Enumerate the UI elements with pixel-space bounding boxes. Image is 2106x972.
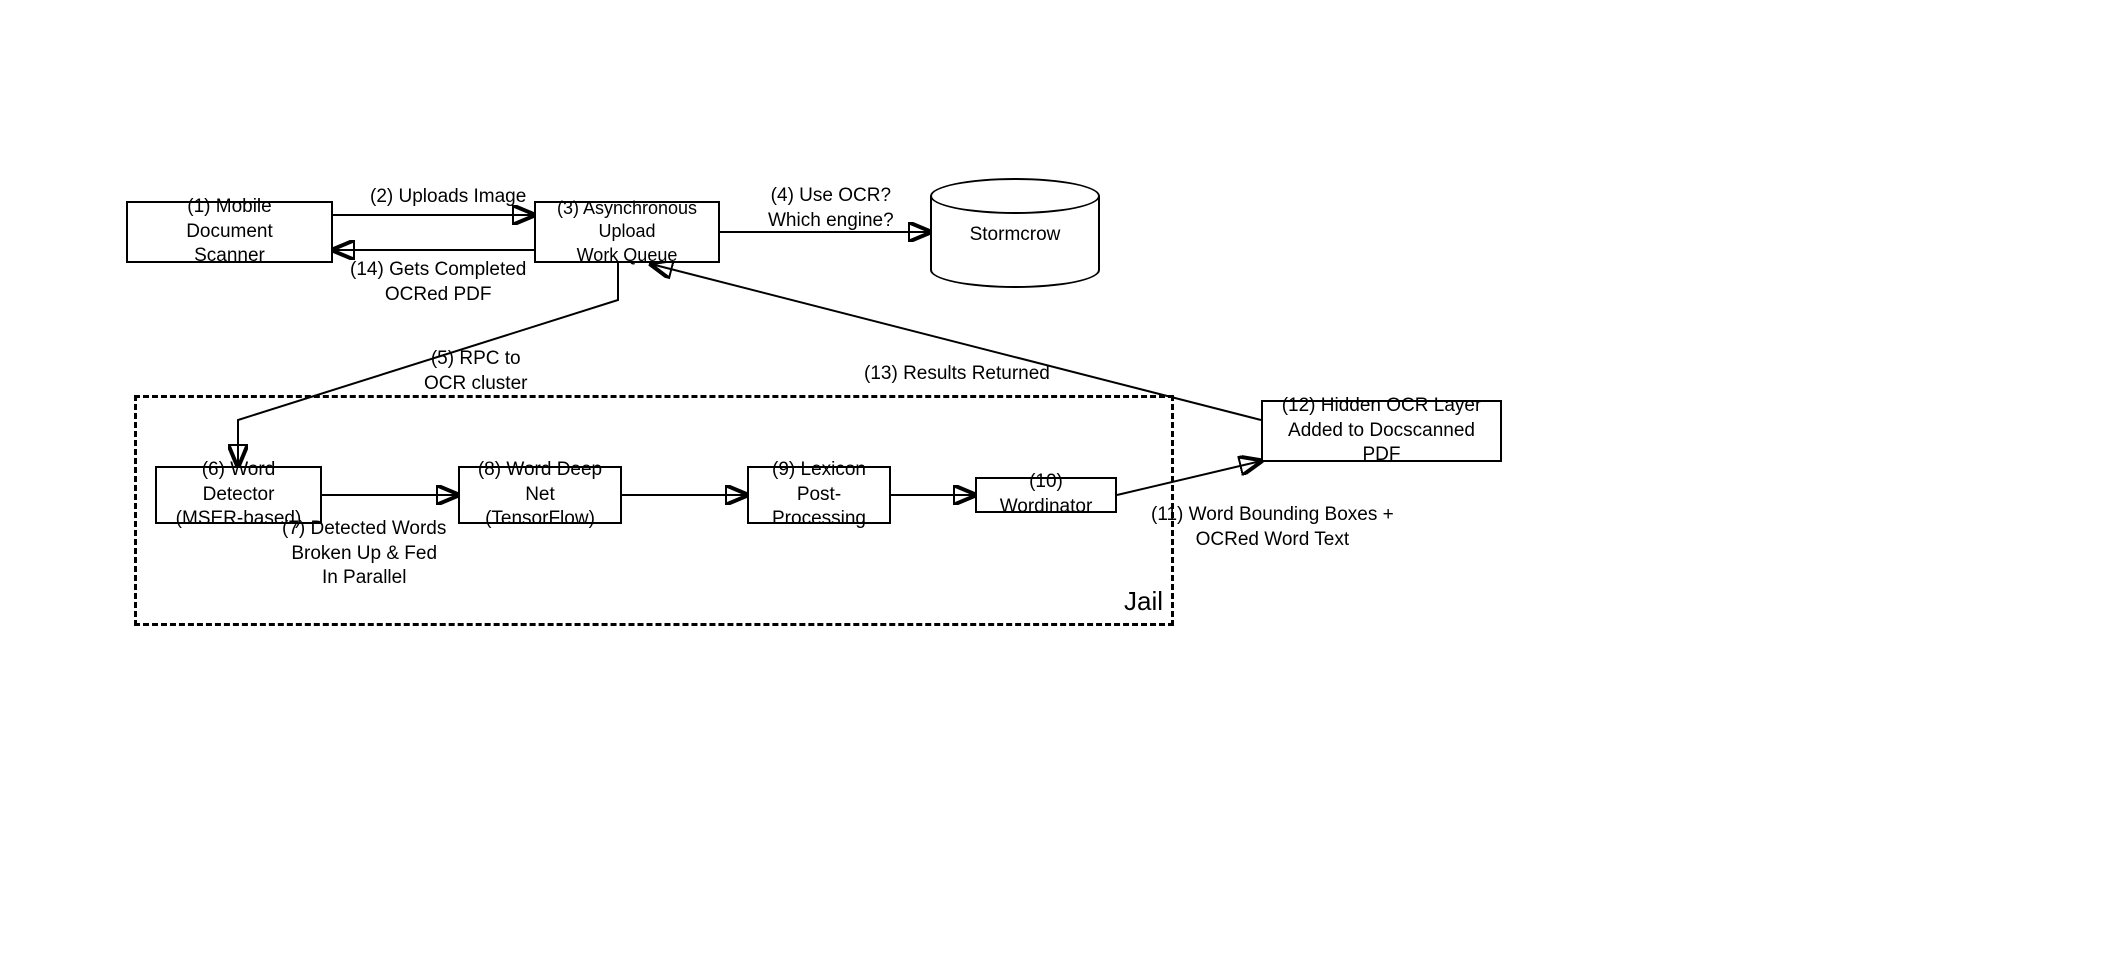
jail-label: Jail [1124,586,1163,617]
node-label: (9) LexiconPost-Processing [765,458,873,532]
edge-label-bounding-boxes: (11) Word Bounding Boxes +OCRed Word Tex… [1151,503,1394,552]
node-label: (10) Wordinator [993,470,1099,519]
edge-label-gets-pdf: (14) Gets CompletedOCRed PDF [350,258,526,307]
node-async-upload-queue: (3) Asynchronous UploadWork Queue [534,201,720,263]
cylinder-mask [932,252,1098,270]
node-lexicon: (9) LexiconPost-Processing [747,466,891,524]
cylinder-top [930,178,1100,214]
edge-label-use-ocr: (4) Use OCR?Which engine? [768,184,894,233]
edge-label-uploads-image: (2) Uploads Image [370,185,526,210]
node-label: (1) Mobile DocumentScanner [144,195,315,269]
edge-label-detected-words: (7) Detected WordsBroken Up & FedIn Para… [282,517,446,591]
node-word-detector: (6) Word Detector(MSER-based) [155,466,322,524]
edge-label-rpc: (5) RPC toOCR cluster [424,347,527,396]
node-label: Stormcrow [970,224,1061,246]
node-word-deep-net: (8) Word Deep Net(TensorFlow) [458,466,622,524]
node-stormcrow: Stormcrow [930,178,1100,288]
node-label: (8) Word Deep Net(TensorFlow) [476,458,604,532]
node-wordinator: (10) Wordinator [975,477,1117,513]
node-label: (12) Hidden OCR LayerAdded to Docscanned… [1279,394,1484,468]
edge-label-results-returned: (13) Results Returned [864,362,1050,387]
node-label: (3) Asynchronous UploadWork Queue [540,197,714,267]
node-hidden-ocr-layer: (12) Hidden OCR LayerAdded to Docscanned… [1261,400,1502,462]
node-mobile-document-scanner: (1) Mobile DocumentScanner [126,201,333,263]
